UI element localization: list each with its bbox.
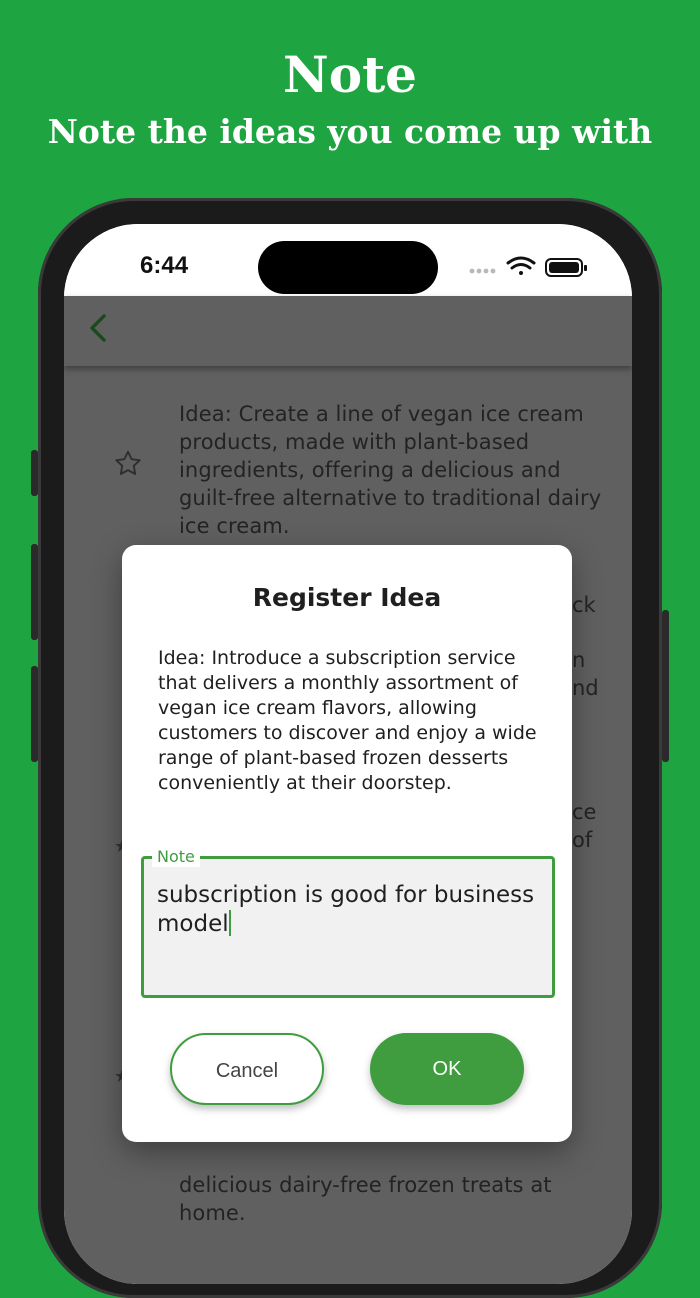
list-text-fragment: n <box>572 648 586 672</box>
phone-side-button-left-3 <box>31 666 38 762</box>
list-text-fragment: ck <box>572 593 596 617</box>
list-item-text: Idea: Create a line of vegan ice cream p… <box>179 402 602 538</box>
status-time: 6:44 <box>140 252 189 279</box>
wifi-icon <box>506 256 536 275</box>
star-outline-icon[interactable] <box>112 448 144 480</box>
note-input-value: subscription is good for business model <box>157 882 535 937</box>
promo-subtitle: Note the ideas you come up with <box>47 112 653 151</box>
phone-side-button-right <box>662 610 669 762</box>
cancel-button[interactable]: Cancel <box>170 1033 324 1105</box>
list-item[interactable]: Idea: Create a line of vegan ice cream p… <box>64 386 632 538</box>
list-text-fragment: of <box>572 828 593 852</box>
dialog-title: Register Idea <box>252 583 442 612</box>
note-input[interactable]: subscription is good for business model <box>157 881 537 939</box>
note-field-label: Note <box>152 847 200 867</box>
register-idea-dialog: Register Idea Idea: Introduce a subscrip… <box>122 545 572 1142</box>
signal-icon <box>469 268 496 274</box>
list-item-text: delicious dairy-free frozen treats at ho… <box>179 1173 552 1225</box>
text-caret <box>228 910 231 936</box>
phone-side-button-left-1 <box>31 450 38 496</box>
list-text-fragment: ce <box>572 800 597 824</box>
battery-icon <box>545 258 587 277</box>
phone-side-button-left-2 <box>31 544 38 640</box>
list-text-fragment: nd <box>572 676 599 700</box>
status-bar: 6:44 <box>64 224 632 296</box>
promo-title: Note <box>283 45 417 104</box>
dialog-idea-text: Idea: Introduce a subscription service t… <box>158 647 537 794</box>
note-field[interactable]: subscription is good for business model <box>141 856 555 998</box>
ok-button[interactable]: OK <box>370 1033 524 1105</box>
app-bar <box>64 296 632 366</box>
chevron-left-icon[interactable] <box>78 306 122 350</box>
dynamic-island <box>258 241 438 294</box>
status-icons <box>469 256 587 277</box>
